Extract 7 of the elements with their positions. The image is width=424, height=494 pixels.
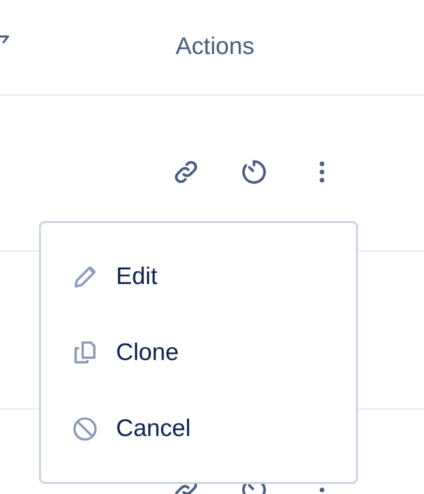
menu-item[interactable]: Cancel — [116, 410, 191, 446]
link-icon[interactable] — [172, 158, 200, 186]
timer-icon[interactable] — [240, 158, 268, 186]
column-header: Actions — [176, 32, 254, 62]
menu-item[interactable]: Edit — [116, 258, 158, 294]
menu-item[interactable]: Clone — [116, 334, 179, 370]
prohibited-icon — [71, 414, 99, 442]
